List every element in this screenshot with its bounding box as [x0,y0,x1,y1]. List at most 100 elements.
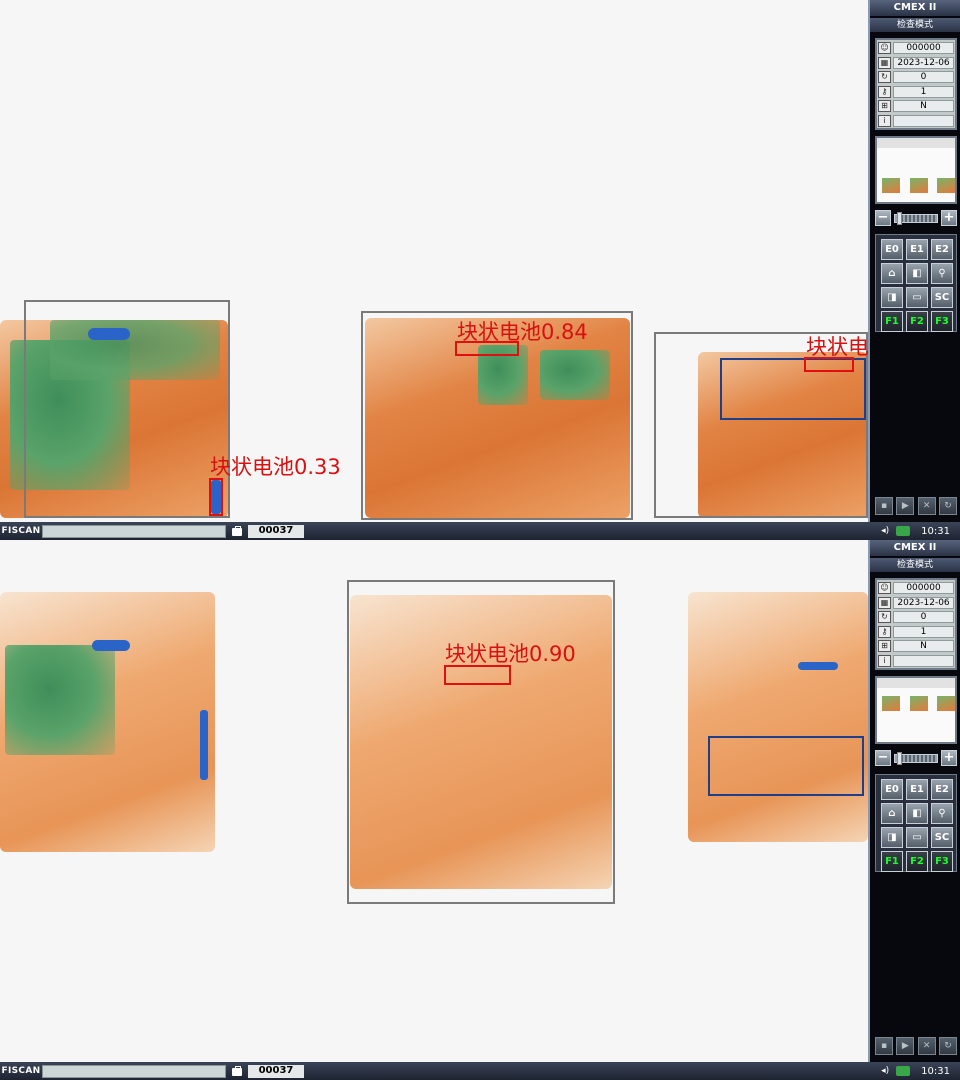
system-tray: ◂) 10:31 [868,522,960,540]
contrast-icon[interactable]: ◧ [906,803,928,824]
forward-icon[interactable]: ▶ [896,1037,915,1055]
e0-button[interactable]: E0 [881,779,903,800]
object-bounding-box[interactable] [347,580,615,904]
date-value: 2023-12-06 [893,596,954,609]
brand-label: FISCAN [1,1066,41,1076]
scanner-screen-bottom: 块状电池0.90 FISCAN 00037 ◂) 10:31 CMEX II 检… [0,540,960,1080]
xray-image-view[interactable]: 块状电池0.90 [0,540,868,1062]
zoom-control: − + [875,210,957,226]
panel-icon[interactable]: ◨ [881,287,903,308]
key-icon: ⚷ [878,625,891,638]
scanner-screen-top: 块状电池0.33 块状电池0.84 块状电池0.87 FISCAN 00037 … [0,0,960,540]
contrast-icon[interactable]: ◧ [906,263,928,284]
xray-image-view[interactable]: 块状电池0.33 块状电池0.84 块状电池0.87 [0,0,868,522]
zoom-out-button[interactable]: − [875,750,891,766]
magnifier-icon[interactable]: ⚲ [931,263,953,284]
sc-button[interactable]: SC [931,287,953,308]
bag-icon [230,1065,244,1077]
detection-label: 块状电池0.33 [210,455,341,479]
detection-label: 块状电池0.84 [457,320,588,344]
signal-icon[interactable]: ◂) [879,1066,891,1076]
item-part [200,710,208,780]
reset-value: 0 [893,611,954,624]
home-icon[interactable]: ⌂ [881,803,903,824]
network-status-icon[interactable] [896,1066,911,1076]
function-button-grid: E0 E1 E2 ⌂ ◧ ⚲ ◨ ▭ SC F1 F2 F3 [875,234,957,332]
network-status-icon[interactable] [896,526,911,536]
zoom-control: − + [875,750,957,766]
f1-button[interactable]: F1 [881,311,903,332]
e2-button[interactable]: E2 [931,239,953,260]
zoom-out-button[interactable]: − [875,210,891,226]
detection-box[interactable] [209,478,223,516]
network-icon: ⊞ [878,640,891,653]
sc-button[interactable]: SC [931,827,953,848]
calendar-icon: ▦ [878,56,891,69]
thumbnail-bar [877,138,955,148]
magnifier-icon[interactable]: ⚲ [931,803,953,824]
f1-button[interactable]: F1 [881,851,903,872]
detection-box[interactable] [804,357,854,372]
e2-button[interactable]: E2 [931,779,953,800]
reset-icon: ↻ [878,611,891,624]
user-icon: ☺ [878,42,891,55]
clock: 10:31 [921,1065,950,1077]
panel-icon[interactable]: ◨ [881,827,903,848]
e0-button[interactable]: E0 [881,239,903,260]
zoom-slider[interactable] [894,751,938,765]
thumbnail-preview[interactable] [875,676,957,744]
info-row-key: ⚷ 1 [878,85,954,100]
system-tray: ◂) 10:31 [868,1062,960,1080]
detection-box[interactable] [444,665,511,685]
save-icon[interactable]: ▪ [875,497,893,515]
zoom-slider-knob[interactable] [897,751,902,765]
mode-label: 检查模式 [870,558,960,572]
info-row-key: ⚷ 1 [878,625,954,640]
e1-button[interactable]: E1 [906,779,928,800]
zoom-in-button[interactable]: + [941,750,957,766]
zoom-slider[interactable] [894,211,938,225]
home-icon[interactable]: ⌂ [881,263,903,284]
operator-id: 000000 [893,582,954,595]
monitor-icon[interactable]: ▭ [906,287,928,308]
control-panel: CMEX II 检查模式 ☺ 000000 ▦ 2023-12-06 ↻ 0 ⚷ 1 ⊞… [868,0,960,522]
info-row-date: ▦ 2023-12-06 [878,56,954,71]
thumbnail-bag [882,178,900,193]
info-row-reset: ↻ 0 [878,610,954,625]
monitor-icon[interactable]: ▭ [906,827,928,848]
zoom-in-button[interactable]: + [941,210,957,226]
tool-icon[interactable]: ✕ [917,497,936,515]
info-card: ☺ 000000 ▦ 2023-12-06 ↻ 0 ⚷ 1 ⊞ N i [875,578,957,670]
zoom-slider-knob[interactable] [897,211,902,225]
f3-button[interactable]: F3 [931,851,953,872]
e1-button[interactable]: E1 [906,239,928,260]
thumbnail-bar [877,678,955,688]
info-row-user: ☺ 000000 [878,581,954,596]
refresh-icon[interactable]: ↻ [938,497,957,515]
bottom-toolbar: ▪ ▶ ✕ ↻ [875,497,957,515]
info-card: ☺ 000000 ▦ 2023-12-06 ↻ 0 ⚷ 1 ⊞ N i [875,38,957,130]
signal-icon[interactable]: ◂) [879,526,891,536]
network-icon: ⊞ [878,100,891,113]
thumbnail-bag [882,696,900,711]
f2-button[interactable]: F2 [906,311,928,332]
electronics-region [5,645,115,755]
key-icon: ⚷ [878,85,891,98]
f3-button[interactable]: F3 [931,311,953,332]
progress-field [42,1064,226,1078]
save-icon[interactable]: ▪ [875,1037,893,1055]
bag-counter: 00037 [230,524,304,538]
refresh-icon[interactable]: ↻ [938,1037,957,1055]
bag-count: 00037 [248,1064,304,1078]
object-bounding-box[interactable] [24,300,230,518]
thumbnail-preview[interactable] [875,136,957,204]
tool-icon[interactable]: ✕ [917,1037,936,1055]
bottom-toolbar: ▪ ▶ ✕ ↻ [875,1037,957,1055]
status-bar: FISCAN 00037 ◂) 10:31 [0,522,960,540]
info-value [893,654,954,667]
forward-icon[interactable]: ▶ [896,497,915,515]
reset-value: 0 [893,71,954,84]
bag-counter: 00037 [230,1064,304,1078]
mode-label: 检查模式 [870,18,960,32]
f2-button[interactable]: F2 [906,851,928,872]
